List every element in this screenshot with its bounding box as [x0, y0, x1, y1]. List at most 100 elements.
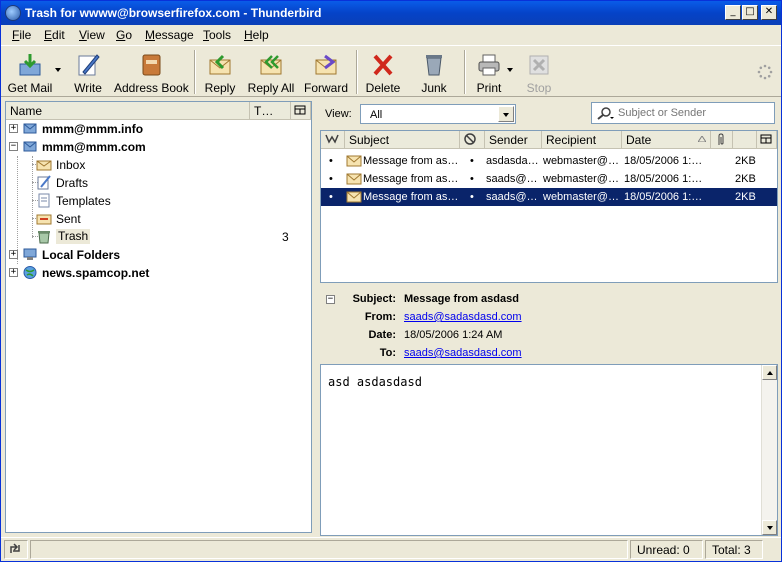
message-scrollbar[interactable]: [761, 365, 777, 535]
column-header-subject[interactable]: Subject: [345, 131, 460, 149]
offline-status-icon[interactable]: [4, 540, 28, 559]
menu-message[interactable]: Message: [145, 28, 194, 42]
junk-dot-icon: •: [470, 173, 474, 185]
print-icon: [478, 54, 500, 76]
attachment-column-icon[interactable]: [711, 131, 733, 149]
inbox-icon: [36, 160, 52, 171]
sort-ascending-icon: [698, 136, 706, 142]
window-title: Trash for wwww@browserfirefox.com - Thun…: [25, 6, 322, 20]
delete-button[interactable]: Delete: [363, 48, 403, 96]
close-button[interactable]: ✕: [761, 5, 777, 20]
folder-trash[interactable]: Trash 3: [36, 228, 306, 246]
search-box[interactable]: [591, 102, 775, 124]
message-subject: Message from asdasd: [404, 293, 519, 305]
menu-go[interactable]: Go: [116, 28, 132, 42]
menu-file[interactable]: File: [12, 28, 31, 42]
stop-button[interactable]: Stop: [521, 48, 557, 96]
folder-sent[interactable]: Sent: [36, 210, 306, 228]
delete-icon: [373, 54, 393, 76]
from-address-link[interactable]: saads@sadasdasd.com: [404, 311, 522, 323]
print-button[interactable]: Print: [471, 48, 507, 96]
view-bar: View: All: [319, 101, 779, 127]
thunderbird-app-icon: [5, 5, 21, 21]
folder-templates[interactable]: Templates: [36, 192, 306, 210]
column-header-name[interactable]: Name: [6, 102, 250, 120]
collapse-icon[interactable]: −: [9, 142, 18, 151]
junk-icon: [426, 55, 442, 76]
reply-all-button[interactable]: Reply All: [247, 48, 295, 96]
sent-icon: [36, 214, 52, 225]
stop-icon: [529, 55, 549, 75]
menu-edit[interactable]: Edit: [44, 28, 65, 42]
column-header-total[interactable]: T…: [250, 102, 291, 120]
message-body-pane[interactable]: asd asdasdasd: [320, 364, 778, 536]
account-local-folders[interactable]: + Local Folders: [9, 246, 309, 264]
maximize-button[interactable]: □: [742, 5, 758, 20]
message-row-selected[interactable]: • Message from as… • saads@… webmaster@……: [321, 188, 777, 206]
forward-icon: [315, 54, 337, 75]
main-toolbar: Get Mail Write Address Book Reply Reply …: [1, 45, 781, 97]
search-icon: [597, 107, 614, 120]
expand-icon[interactable]: +: [9, 124, 18, 133]
account-mmm-com[interactable]: − mmm@mmm.com: [9, 138, 309, 156]
message-row[interactable]: • Message from as… • saads@… webmaster@……: [321, 170, 777, 188]
folder-drafts[interactable]: Drafts: [36, 174, 306, 192]
menu-help[interactable]: Help: [244, 28, 269, 42]
message-header-pane: − Subject: Message from asdasd From: saa…: [320, 290, 778, 364]
message-envelope-icon: [346, 173, 362, 185]
column-header-recipient[interactable]: Recipient: [542, 131, 622, 149]
chevron-down-icon[interactable]: [498, 106, 514, 122]
write-icon: [78, 54, 100, 76]
to-address-link[interactable]: saads@sadasdasd.com: [404, 347, 522, 359]
read-dot-icon: •: [329, 173, 333, 185]
account-news-spamcop[interactable]: + news.spamcop.net: [9, 264, 309, 282]
column-header-date[interactable]: Date: [622, 131, 711, 149]
message-envelope-icon: [346, 191, 362, 203]
mail-account-icon: [23, 123, 37, 134]
account-mmm-info[interactable]: + mmm@mmm.info: [9, 120, 309, 138]
get-mail-dropdown-arrow[interactable]: [55, 68, 61, 72]
column-header-sender[interactable]: Sender: [485, 131, 542, 149]
templates-icon: [38, 193, 50, 208]
menu-view[interactable]: View: [79, 28, 105, 42]
junk-status-column-icon[interactable]: [460, 131, 485, 149]
trash-total-count: 3: [282, 230, 289, 244]
search-input[interactable]: [618, 105, 768, 121]
folder-inbox[interactable]: Inbox: [36, 156, 306, 174]
reply-all-icon: [260, 55, 282, 75]
address-book-icon: [142, 54, 161, 76]
folder-pane[interactable]: Name T… + mmm@mmm.info − mmm@mmm.com Inb…: [5, 101, 312, 533]
menu-tools[interactable]: Tools: [203, 28, 231, 42]
menu-bar: File Edit View Go Message Tools Help: [1, 25, 781, 45]
size-column-header[interactable]: [733, 131, 757, 149]
column-picker-icon[interactable]: [757, 131, 777, 149]
expand-icon[interactable]: +: [9, 268, 18, 277]
newsgroup-globe-icon: [23, 266, 37, 279]
address-book-button[interactable]: Address Book: [114, 48, 189, 96]
thread-pane[interactable]: Subject Sender Recipient Date • Message …: [320, 130, 778, 283]
get-mail-button[interactable]: Get Mail: [5, 48, 55, 96]
junk-button[interactable]: Junk: [415, 48, 453, 96]
scroll-down-button[interactable]: [762, 520, 777, 535]
view-select[interactable]: All: [360, 104, 516, 124]
reply-button[interactable]: Reply: [201, 48, 239, 96]
column-picker-icon[interactable]: [291, 102, 311, 120]
get-mail-icon: [19, 54, 41, 76]
junk-dot-icon: •: [470, 155, 474, 167]
title-bar[interactable]: Trash for wwww@browserfirefox.com - Thun…: [1, 1, 781, 25]
reply-icon: [209, 54, 231, 75]
throbber-icon: [757, 64, 773, 80]
print-dropdown-arrow[interactable]: [507, 68, 513, 72]
message-date: 18/05/2006 1:24 AM: [404, 329, 503, 341]
scroll-up-button[interactable]: [762, 365, 777, 380]
minimize-button[interactable]: _: [725, 5, 741, 20]
expand-icon[interactable]: +: [9, 250, 18, 259]
forward-button[interactable]: Forward: [303, 48, 349, 96]
thread-column-icon[interactable]: [321, 131, 345, 149]
write-button[interactable]: Write: [67, 48, 109, 96]
message-row[interactable]: • Message from as… • asdasda… webmaster@…: [321, 152, 777, 170]
view-label: View:: [325, 108, 352, 120]
thunderbird-window: Trash for wwww@browserfirefox.com - Thun…: [0, 0, 782, 562]
total-count: Total: 3: [705, 540, 763, 559]
toolbar-separator: [194, 50, 196, 94]
